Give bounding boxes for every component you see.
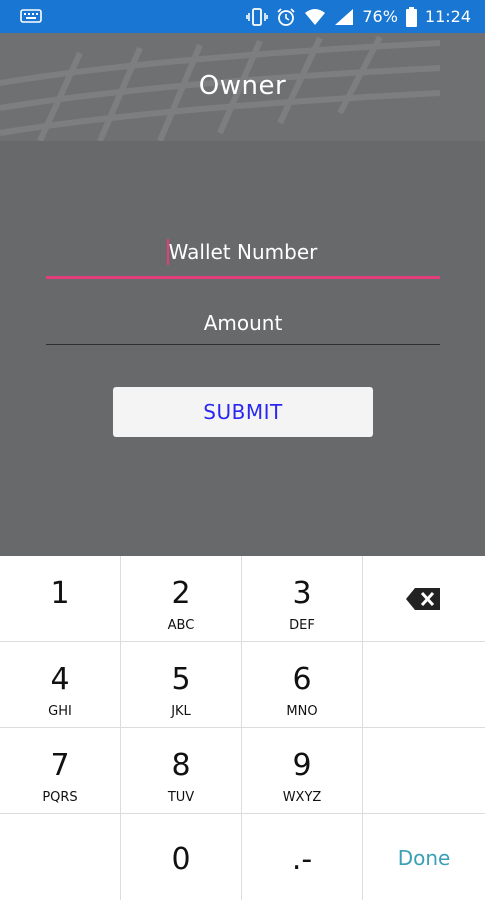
done-key[interactable]: Done	[363, 814, 485, 900]
key-0[interactable]: 0	[121, 814, 242, 900]
alarm-icon	[276, 7, 296, 27]
key-letters: TUV	[167, 790, 195, 805]
page-title: Owner	[198, 71, 287, 101]
key-8[interactable]: 8 TUV	[121, 728, 242, 814]
text-cursor	[166, 239, 169, 265]
wallet-number-placeholder: Wallet Number	[168, 240, 318, 264]
vibrate-icon	[246, 7, 269, 27]
clock-time: 11:24	[424, 7, 471, 26]
key-3[interactable]: 3 DEF	[242, 556, 363, 642]
key-letters: DEF	[289, 618, 315, 633]
key-letters: JKL	[171, 704, 191, 719]
key-digit: 9	[292, 748, 312, 783]
empty-key	[0, 814, 121, 900]
key-letters: PQRS	[42, 790, 78, 805]
backspace-icon	[405, 586, 443, 616]
amount-placeholder: Amount	[203, 311, 283, 335]
key-digit: 7	[50, 748, 70, 783]
key-letters: WXYZ	[282, 790, 322, 805]
key-1[interactable]: 1	[0, 556, 121, 642]
numeric-keyboard: 1 2 ABC 3 DEF 4 GHI 5 JKL 6 MNO 7 PQRS 8…	[0, 556, 485, 900]
key-digit: 5	[171, 662, 191, 697]
key-digit: 3	[292, 576, 312, 611]
backspace-key[interactable]	[363, 556, 485, 642]
status-bar: 76% 11:24	[0, 0, 485, 33]
battery-percent: 76%	[362, 7, 398, 26]
keyboard-icon	[20, 8, 42, 24]
key-5[interactable]: 5 JKL	[121, 642, 242, 728]
submit-button[interactable]: SUBMIT	[113, 387, 373, 437]
key-digit: 6	[292, 662, 312, 697]
key-digit: 2	[171, 576, 191, 611]
form-area: Wallet Number Amount SUBMIT	[0, 141, 485, 556]
amount-field[interactable]: Amount	[46, 311, 440, 345]
key-digit: 8	[171, 748, 191, 783]
key-6[interactable]: 6 MNO	[242, 642, 363, 728]
key-digit: 1	[50, 576, 70, 611]
key-4[interactable]: 4 GHI	[0, 642, 121, 728]
key-9[interactable]: 9 WXYZ	[242, 728, 363, 814]
key-7[interactable]: 7 PQRS	[0, 728, 121, 814]
empty-key	[363, 642, 485, 728]
key-letters: GHI	[48, 704, 72, 719]
header: Owner	[0, 33, 485, 141]
dot-dash-key[interactable]: .-	[242, 814, 363, 900]
battery-icon	[405, 6, 417, 27]
wallet-number-field[interactable]: Wallet Number	[46, 239, 440, 279]
key-2[interactable]: 2 ABC	[121, 556, 242, 642]
signal-icon	[334, 8, 354, 26]
key-digit: 0	[171, 842, 191, 877]
key-letters: ABC	[167, 618, 195, 633]
key-letters: MNO	[286, 704, 318, 719]
wifi-icon	[304, 8, 326, 26]
key-digit: 4	[50, 662, 70, 697]
done-label: Done	[397, 846, 451, 870]
key-symbol: .-	[291, 842, 313, 877]
empty-key	[363, 728, 485, 814]
